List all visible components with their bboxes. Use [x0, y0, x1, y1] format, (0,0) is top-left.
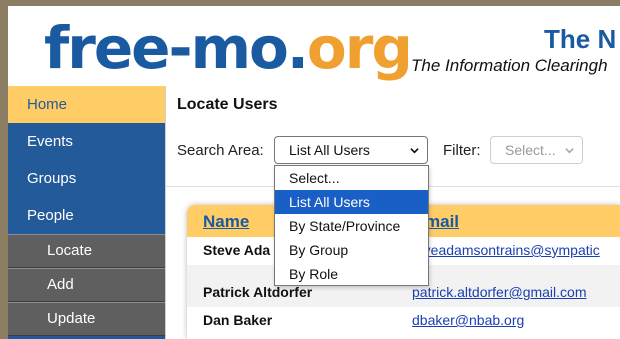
nav-groups[interactable]: Groups [8, 160, 165, 197]
nav-events[interactable]: Events [8, 123, 165, 160]
sidebar-nav: Home Events Groups People Locate Add Upd… [8, 86, 165, 339]
option-by-state-province[interactable]: By State/Province [275, 214, 428, 238]
name-column-header[interactable]: Name [203, 212, 249, 232]
email-column-header[interactable]: mail [425, 212, 459, 232]
logo-domain: org [306, 14, 413, 82]
user-email-link[interactable]: teveadamsontrains@sympatic [412, 242, 600, 258]
content-divider [165, 86, 166, 339]
option-select[interactable]: Select... [275, 166, 428, 190]
table-row: Dan Baker dbaker@nbab.org [187, 307, 620, 335]
chevron-down-icon [565, 148, 574, 154]
filter-select[interactable]: Select... [490, 136, 583, 164]
user-name: Patrick Altdorfer [203, 284, 313, 300]
option-by-role[interactable]: By Role [275, 262, 428, 286]
user-email-link[interactable]: dbaker@nbab.org [412, 312, 524, 328]
search-area-value: List All Users [289, 142, 370, 158]
option-list-all-users[interactable]: List All Users [275, 190, 428, 214]
filter-placeholder: Select... [505, 142, 556, 158]
nav-people[interactable]: People [8, 197, 165, 234]
site-header: free-mo.org The N The Information Cleari… [8, 0, 620, 86]
user-email-link[interactable]: patrick.altdorfer@gmail.com [412, 284, 587, 300]
search-area-label: Search Area: [177, 142, 264, 159]
chevron-down-icon [410, 148, 419, 154]
nav-home[interactable]: Home [8, 86, 165, 123]
filter-label: Filter: [443, 142, 481, 159]
site-subtitle: The Information Clearingh [411, 56, 608, 75]
subnav-locate[interactable]: Locate [8, 234, 165, 268]
user-name: Steve Ada [203, 242, 271, 258]
page-title: Locate Users [177, 96, 278, 113]
left-rail [0, 0, 8, 339]
subnav-add[interactable]: Add [8, 268, 165, 302]
site-title: The N [544, 24, 617, 54]
search-area-select[interactable]: List All Users [274, 136, 428, 164]
search-area-dropdown: Select... List All Users By State/Provin… [274, 165, 429, 286]
site-logo[interactable]: free-mo.org [44, 12, 413, 84]
option-by-group[interactable]: By Group [275, 238, 428, 262]
subnav-update[interactable]: Update [8, 302, 165, 336]
user-name: Dan Baker [203, 312, 273, 328]
logo-text: free-mo. [44, 14, 309, 82]
